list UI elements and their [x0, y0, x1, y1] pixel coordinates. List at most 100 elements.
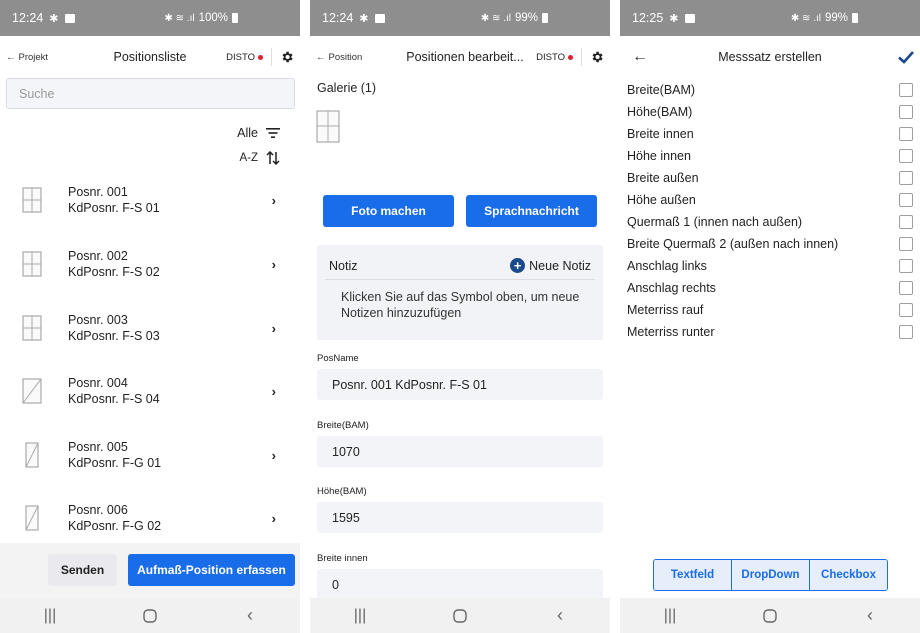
screen-position-bearbeiten: 12:24 ✱ ✱ ≋ .ıl 99% ← Position Positionen b…	[310, 0, 610, 633]
notes-label: Notiz	[329, 258, 358, 273]
chevron-right-icon: ›	[271, 256, 276, 272]
door-thumbnail-icon	[25, 442, 39, 468]
back-nav-icon[interactable]: ‹	[550, 605, 570, 625]
checkbox-row[interactable]: Höhe außen	[627, 189, 913, 211]
checkbox[interactable]	[899, 193, 913, 207]
checkbox[interactable]	[899, 259, 913, 273]
filter-icon	[266, 128, 280, 138]
home-icon[interactable]	[450, 608, 470, 624]
disto-button[interactable]: DISTO	[226, 52, 263, 63]
textfeld-button[interactable]: Textfeld	[654, 560, 732, 590]
android-nav-bar: ||| ‹	[310, 598, 610, 633]
breite-bam-field[interactable]: 1070	[317, 436, 603, 467]
checkbox[interactable]	[899, 83, 913, 97]
list-item[interactable]: Posnr. 004 KdPosnr. F-S 04 ›	[0, 360, 300, 422]
plus-circle-icon: +	[510, 258, 526, 273]
send-button[interactable]: Senden	[48, 554, 117, 586]
recent-apps-icon[interactable]: |||	[40, 607, 60, 624]
checkbox[interactable]	[899, 237, 913, 251]
battery-percent: 99%	[514, 12, 538, 24]
checkbox[interactable]	[899, 105, 913, 119]
gear-icon[interactable]	[590, 50, 604, 64]
checkbox-row[interactable]: Anschlag rechts	[627, 277, 913, 299]
posname-field[interactable]: Posnr. 001 KdPosnr. F-S 01	[317, 369, 603, 400]
status-time: 12:24	[322, 11, 354, 25]
take-photo-button[interactable]: Foto machen	[323, 195, 454, 227]
checkbox[interactable]	[899, 149, 913, 163]
list-item[interactable]: Posnr. 001 KdPosnr. F-S 01 ›	[0, 169, 300, 231]
capture-position-button[interactable]: Aufmaß-Position erfassen	[128, 554, 295, 586]
chevron-right-icon: ›	[271, 383, 276, 399]
screen-positionsliste: 12:24 ✱ ✱ ≋ .ıl 100% ← Projekt Positionslis…	[0, 0, 300, 633]
status-bar: 12:24 ✱ ✱ ≋ .ıl 99%	[310, 0, 610, 36]
list-item[interactable]: Posnr. 005 KdPosnr. F-G 01 ›	[0, 424, 300, 486]
list-item[interactable]: Posnr. 006 KdPosnr. F-G 02 ›	[0, 487, 300, 549]
back-arrow-icon: ←	[6, 51, 16, 63]
app-bar: ← Position Positionen bearbeit... DISTO	[310, 42, 610, 72]
battery-icon	[852, 13, 858, 23]
filter-button[interactable]: Alle	[237, 126, 280, 140]
gallery-status-icon	[374, 13, 385, 23]
notes-hint: Klicken Sie auf das Symbol oben, um neue…	[341, 290, 580, 320]
chevron-right-icon: ›	[271, 447, 276, 463]
gallery-thumbnail[interactable]	[316, 110, 340, 143]
breite-innen-field[interactable]: 0	[317, 569, 603, 600]
checkbox-row[interactable]: Höhe innen	[627, 145, 913, 167]
checkbox[interactable]	[899, 303, 913, 317]
checkbox-button[interactable]: Checkbox	[810, 560, 887, 590]
search-input[interactable]: Suche	[6, 78, 295, 109]
window-thumbnail-icon	[22, 315, 42, 341]
window-thumbnail-icon	[22, 378, 42, 404]
checkbox[interactable]	[899, 215, 913, 229]
sort-button[interactable]: A-Z	[239, 151, 280, 165]
status-bar: 12:24 ✱ ✱ ≋ .ıl 100%	[0, 0, 300, 36]
back-nav-icon[interactable]: ‹	[240, 605, 260, 625]
back-arrow-icon: ←	[632, 48, 648, 65]
field-label-hoehe-bam: Höhe(BAM)	[317, 486, 367, 497]
list-item[interactable]: Posnr. 002 KdPosnr. F-S 02 ›	[0, 233, 300, 295]
back-button[interactable]: ← Position	[316, 52, 362, 63]
checkbox[interactable]	[899, 325, 913, 339]
window-thumbnail-icon	[22, 187, 42, 213]
checkbox[interactable]	[899, 127, 913, 141]
status-time: 12:25	[632, 11, 664, 25]
recent-apps-icon[interactable]: |||	[350, 607, 370, 624]
back-button[interactable]: ← Projekt	[6, 52, 48, 63]
gallery-label: Galerie (1)	[317, 81, 377, 95]
checkbox-row[interactable]: Meterriss runter	[627, 321, 913, 343]
battery-icon	[232, 13, 238, 23]
back-button[interactable]: ←	[626, 48, 648, 66]
checkbox[interactable]	[899, 281, 913, 295]
android-nav-bar: ||| ‹	[0, 598, 300, 633]
checkbox-row[interactable]: Quermaß 1 (innen nach außen)	[627, 211, 913, 233]
list-item[interactable]: Posnr. 003 KdPosnr. F-S 03 ›	[0, 297, 300, 359]
hoehe-bam-field[interactable]: 1595	[317, 502, 603, 533]
checkbox-row[interactable]: Meterriss rauf	[627, 299, 913, 321]
app-bar: ← Projekt Positionsliste DISTO	[0, 42, 300, 72]
gear-icon[interactable]	[280, 50, 294, 64]
app-bar: ← Messsatz erstellen	[620, 42, 920, 72]
disto-button[interactable]: DISTO	[536, 52, 573, 63]
checkbox-row[interactable]: Anschlag links	[627, 255, 913, 277]
home-icon[interactable]	[140, 608, 160, 624]
dropdown-button[interactable]: DropDown	[732, 560, 810, 590]
battery-percent: 99%	[824, 12, 848, 24]
voice-message-button[interactable]: Sprachnachricht	[466, 195, 597, 227]
checkbox-row[interactable]: Breite außen	[627, 167, 913, 189]
field-label-posname: PosName	[317, 353, 359, 364]
back-nav-icon[interactable]: ‹	[860, 605, 880, 625]
checkmark-icon[interactable]	[898, 50, 914, 64]
checkbox[interactable]	[899, 171, 913, 185]
new-note-button[interactable]: + Neue Notiz	[510, 258, 591, 273]
checkbox-row[interactable]: Höhe(BAM)	[627, 101, 913, 123]
field-type-segmented-control: Textfeld DropDown Checkbox	[653, 559, 888, 591]
checkbox-row[interactable]: Breite(BAM)	[627, 79, 913, 101]
window-thumbnail-icon	[22, 251, 42, 277]
battery-percent: 100%	[198, 12, 228, 24]
battery-icon	[542, 13, 548, 23]
door-thumbnail-icon	[25, 505, 39, 531]
home-icon[interactable]	[760, 608, 780, 624]
checkbox-row[interactable]: Breite Quermaß 2 (außen nach innen)	[627, 233, 913, 255]
recent-apps-icon[interactable]: |||	[660, 607, 680, 624]
checkbox-row[interactable]: Breite innen	[627, 123, 913, 145]
